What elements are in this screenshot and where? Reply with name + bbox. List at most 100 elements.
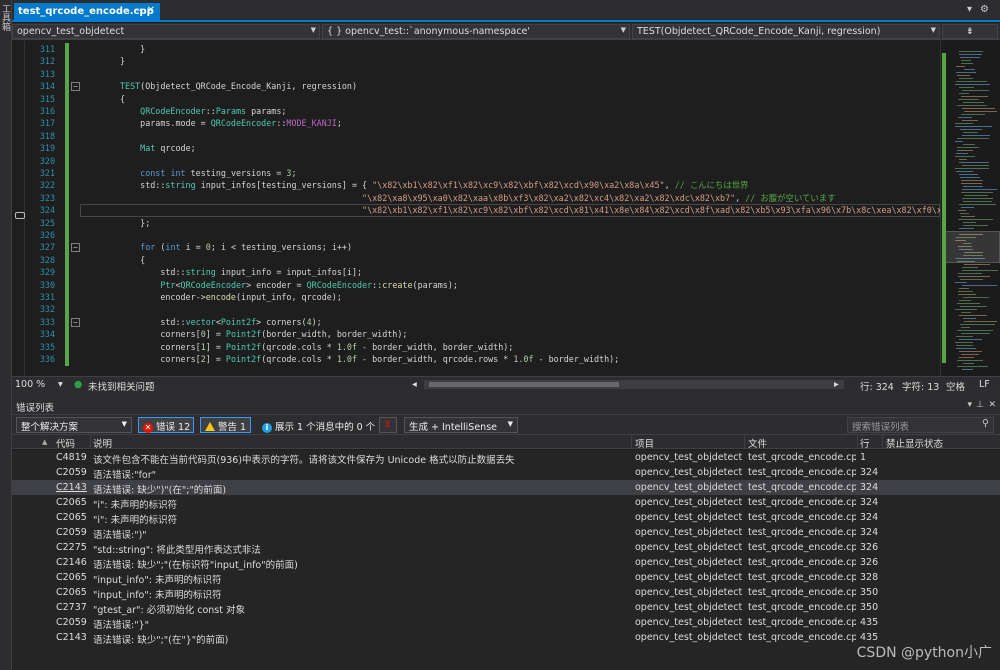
code-line[interactable]: 316 QRCodeEncoder::Params params; [25, 105, 940, 118]
code-text[interactable]: corners[1] = Point2f(qrcode.cols * 1.0f … [120, 341, 513, 354]
error-row[interactable]: ✕C2146语法错误: 缺少";"(在标识符"input_info"的前面)op… [12, 555, 1000, 571]
line-number[interactable]: 314 [25, 80, 55, 93]
line-indicator[interactable]: 行: 324 [860, 379, 894, 393]
code-line[interactable]: 329 std::string input_info = input_infos… [25, 266, 940, 280]
chevron-down-icon[interactable]: ▾ [967, 400, 972, 410]
error-code[interactable]: C2737 [56, 602, 90, 613]
error-code[interactable]: C2065 [56, 512, 90, 523]
gear-icon[interactable]: ⚙ [980, 4, 989, 15]
line-number[interactable]: 323 [25, 192, 55, 205]
line-number[interactable]: 335 [25, 341, 55, 354]
column-divider[interactable] [744, 435, 745, 449]
zoom-level[interactable]: 100 % [15, 379, 45, 390]
scope-dropdown[interactable]: 整个解决方案 ▼ [16, 417, 132, 433]
error-code[interactable]: C2146 [56, 557, 90, 568]
code-text[interactable]: Ptr<QRCodeEncoder> encoder = QRCodeEncod… [120, 279, 458, 292]
tab-test-qrcode-encode[interactable]: test_qrcode_encode.cpp ⊸ ✕ [14, 3, 160, 22]
minimap-viewport[interactable] [942, 231, 1000, 263]
error-code[interactable]: C4819 [56, 452, 90, 463]
scope-combo[interactable]: { } opencv_test::`anonymous-namespace' ▼ [322, 24, 630, 39]
error-code[interactable]: C2275 [56, 542, 90, 553]
filter-icon[interactable]: ⊻ [379, 417, 397, 433]
issues-status[interactable]: 未找到相关问题 [88, 379, 155, 393]
pin-icon[interactable]: ⊸ [135, 6, 143, 16]
code-text[interactable]: } [120, 43, 145, 56]
error-row[interactable]: ✕C2065"i": 未声明的标识符opencv_test_objdetectt… [12, 495, 1000, 511]
code-text[interactable]: corners[2] = Point2f(qrcode.cols * 1.0f … [120, 353, 619, 366]
warnings-filter-button[interactable]: 警告 1 [200, 417, 251, 433]
code-line[interactable]: 325 }; [25, 216, 940, 230]
sort-icon[interactable]: ▲ [42, 438, 47, 446]
error-code[interactable]: C2059 [56, 617, 90, 628]
code-line[interactable]: 326 [25, 229, 940, 242]
line-number[interactable]: 326 [25, 229, 55, 242]
error-row[interactable]: ✕C2737"gtest_ar": 必须初始化 const 对象opencv_t… [12, 600, 1000, 616]
column-divider[interactable] [90, 435, 91, 449]
code-text[interactable]: corners[0] = Point2f(border_width, borde… [120, 328, 407, 341]
line-number[interactable]: 333 [25, 316, 55, 329]
code-line[interactable]: 311 } [25, 43, 940, 56]
error-code[interactable]: C2065 [56, 572, 90, 583]
toolbox-sidebar[interactable]: 工具箱 [0, 0, 12, 670]
column-divider[interactable] [857, 435, 858, 449]
error-code[interactable]: C2065 [56, 587, 90, 598]
code-line[interactable]: 336 corners[2] = Point2f(qrcode.cols * 1… [25, 353, 940, 366]
scroll-left-icon[interactable]: ◂ [412, 379, 417, 390]
line-number[interactable]: 315 [25, 93, 55, 106]
line-number[interactable]: 324 [25, 204, 55, 217]
code-text[interactable]: TEST(Objdetect_QRCode_Encode_Kanji, regr… [120, 80, 357, 93]
error-code[interactable]: C2059 [56, 467, 90, 478]
code-line[interactable]: 313 [25, 67, 940, 81]
code-line[interactable]: 317 params.mode = QRCodeEncoder::MODE_KA… [25, 117, 940, 131]
line-number[interactable]: 320 [25, 155, 55, 168]
code-line[interactable]: 315 { [25, 92, 940, 106]
code-line[interactable]: 331 encoder->encode(input_info, qrcode); [25, 291, 940, 304]
error-code[interactable]: C2065 [56, 497, 90, 508]
code-line[interactable]: 321 const int testing_versions = 3; [25, 167, 940, 180]
error-code[interactable]: C2059 [56, 527, 90, 538]
code-line[interactable]: 323 "\x82\xa8\x95\xa0\x82\xaa\x8b\xf3\x8… [25, 191, 940, 205]
code-text[interactable]: { [120, 254, 145, 267]
error-row[interactable]: ✕C2065"input_info": 未声明的标识符opencv_test_o… [12, 585, 1000, 601]
code-text[interactable]: params.mode = QRCodeEncoder::MODE_KANJI; [120, 117, 342, 130]
code-text[interactable]: { [120, 93, 125, 106]
col-code[interactable]: 代码 [56, 436, 75, 450]
col-project[interactable]: 项目 [635, 436, 654, 450]
line-number[interactable]: 327 [25, 241, 55, 254]
code-line[interactable]: 327 − for (int i = 0; i < testing_version… [25, 241, 940, 255]
line-number[interactable]: 316 [25, 105, 55, 118]
scrollbar-thumb[interactable] [429, 382, 619, 387]
tab-title[interactable]: test_qrcode_encode.cpp [18, 6, 154, 17]
search-icon[interactable]: ⚲ [982, 418, 989, 429]
code-line[interactable]: 334 corners[0] = Point2f(border_width, b… [25, 328, 940, 342]
error-row[interactable]: ✕C2275"std::string": 将此类型用作表达式非法opencv_t… [12, 540, 1000, 556]
code-text[interactable]: std::string input_infos[testing_versions… [120, 179, 748, 192]
column-divider[interactable] [631, 435, 632, 449]
code-text[interactable]: encoder->encode(input_info, qrcode); [120, 291, 342, 304]
code-area[interactable]: 311 } 312} 313 314 − TEST(Objdetect_QRCode_En… [25, 41, 940, 376]
code-text[interactable]: } [120, 55, 125, 68]
code-text[interactable]: QRCodeEncoder::Params params; [120, 105, 286, 118]
code-line[interactable]: 324 "\x82\xb1\x82\xf1\x82\xc9\x82\xbf\x8… [25, 204, 940, 218]
horizontal-scrollbar[interactable] [424, 380, 844, 389]
bookmark-icon[interactable] [15, 212, 25, 219]
code-line[interactable]: 335 corners[1] = Point2f(qrcode.cols * 1… [25, 340, 940, 354]
scroll-right-icon[interactable]: ▸ [834, 379, 839, 390]
line-number[interactable]: 312 [25, 55, 55, 68]
indicator-margin[interactable] [12, 41, 25, 376]
line-number[interactable]: 334 [25, 328, 55, 341]
line-number[interactable]: 313 [25, 68, 55, 81]
code-line[interactable]: 332 [25, 303, 940, 317]
line-number[interactable]: 330 [25, 279, 55, 292]
code-line[interactable]: 328 { [25, 253, 940, 267]
line-number[interactable]: 336 [25, 353, 55, 366]
code-text[interactable]: }; [120, 217, 150, 230]
column-divider[interactable] [882, 435, 883, 449]
collapse-icon[interactable]: − [71, 243, 80, 253]
char-indicator[interactable]: 字符: 13 [902, 379, 939, 393]
code-text[interactable]: std::string input_info = input_infos[i]; [120, 266, 362, 279]
code-text[interactable]: std::vector<Point2f> corners(4); [120, 316, 321, 329]
error-code[interactable]: C2143 [56, 632, 90, 643]
collapse-icon[interactable]: − [71, 317, 80, 327]
split-window-button[interactable]: ⇟ [942, 24, 998, 39]
